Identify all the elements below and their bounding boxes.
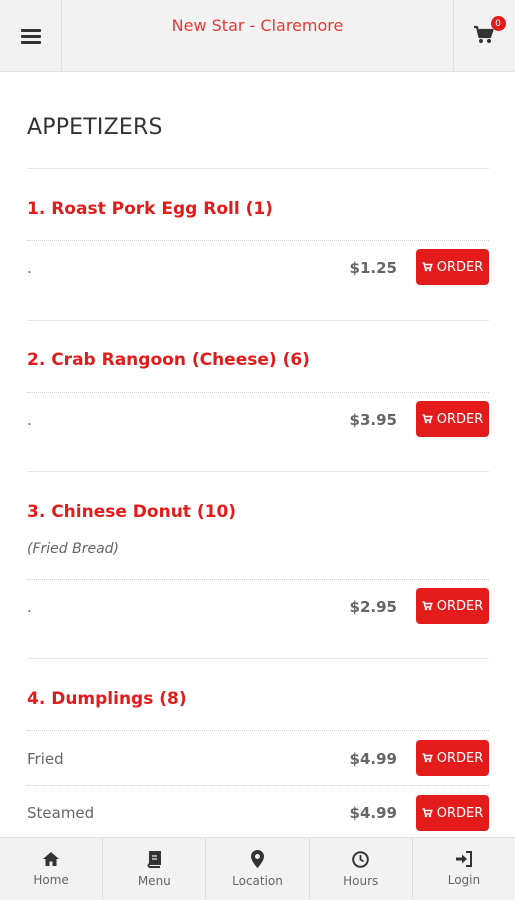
- nav-label: Location: [232, 874, 283, 888]
- order-label: ORDER: [436, 259, 484, 275]
- nav-hours[interactable]: Hours: [310, 838, 413, 900]
- cart-icon: [422, 753, 433, 763]
- variant-label: .: [27, 598, 32, 616]
- order-label: ORDER: [436, 411, 484, 427]
- variant-label: .: [27, 259, 32, 277]
- item-name: 2. Crab Rangoon (Cheese) (6): [27, 350, 310, 370]
- nav-menu[interactable]: Menu: [103, 838, 207, 900]
- variant-label: Fried: [27, 750, 64, 768]
- item-price: $3.95: [349, 411, 397, 429]
- nav-label: Login: [447, 873, 481, 887]
- cart-button[interactable]: 0: [453, 0, 515, 72]
- order-button[interactable]: ORDER: [416, 740, 489, 776]
- order-button[interactable]: ORDER: [416, 588, 489, 624]
- item-name: 3. Chinese Donut (10): [27, 502, 237, 522]
- cart-icon: [422, 808, 433, 818]
- restaurant-title: New Star - Claremore: [171, 16, 344, 35]
- nav-location[interactable]: Location: [206, 838, 310, 900]
- cart-icon: [422, 414, 433, 424]
- cart-icon: [473, 25, 494, 43]
- nav-login[interactable]: Login: [413, 838, 515, 900]
- home-icon: [43, 852, 60, 866]
- order-label: ORDER: [436, 805, 484, 821]
- nav-label: Hours: [343, 873, 379, 888]
- map-marker-icon: [251, 850, 264, 868]
- divider: [27, 471, 489, 472]
- dotted-divider: [27, 240, 489, 241]
- cart-icon: [422, 262, 433, 272]
- item-name: 1. Roast Pork Egg Roll (1): [27, 199, 273, 219]
- variant-label: .: [27, 411, 32, 429]
- variant-label: Steamed: [27, 804, 95, 822]
- hamburger-icon: [20, 29, 41, 44]
- dotted-divider: [27, 392, 489, 393]
- divider: [27, 320, 489, 321]
- dotted-divider: [27, 785, 489, 786]
- cart-count-badge: 0: [490, 16, 506, 31]
- order-button[interactable]: ORDER: [416, 795, 489, 831]
- order-button[interactable]: ORDER: [416, 401, 489, 437]
- book-icon: [147, 850, 162, 868]
- divider: [27, 658, 489, 659]
- sign-in-icon: [455, 851, 472, 867]
- nav-home[interactable]: Home: [0, 838, 104, 900]
- nav-label: Home: [33, 873, 69, 887]
- item-price: $4.99: [349, 750, 397, 768]
- dotted-divider: [27, 730, 489, 731]
- cart-icon: [422, 601, 433, 611]
- item-description: (Fried Bread): [27, 541, 120, 557]
- menu-button[interactable]: [0, 0, 62, 72]
- item-price: $1.25: [349, 259, 397, 277]
- item-name: 4. Dumplings (8): [27, 689, 187, 709]
- clock-icon: [352, 850, 370, 868]
- nav-label: Menu: [137, 873, 171, 888]
- section-title: APPETIZERS: [27, 115, 163, 140]
- dotted-divider: [27, 579, 489, 580]
- item-price: $4.99: [349, 804, 397, 822]
- order-label: ORDER: [436, 750, 484, 766]
- order-button[interactable]: ORDER: [416, 249, 489, 285]
- divider: [27, 168, 489, 169]
- order-label: ORDER: [436, 598, 484, 614]
- bottom-nav: Home Menu Location Hours Login: [0, 837, 515, 900]
- item-price: $2.95: [349, 598, 397, 616]
- app-header: New Star - Claremore 0: [0, 0, 515, 72]
